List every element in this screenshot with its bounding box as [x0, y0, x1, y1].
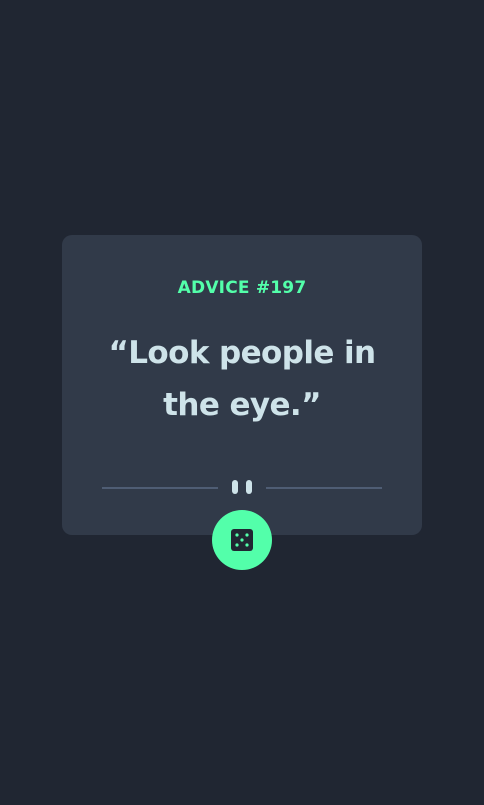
advice-quote: “Look people in the eye.”	[108, 335, 377, 423]
pause-icon	[232, 480, 252, 494]
new-advice-button[interactable]	[212, 510, 272, 570]
divider	[102, 479, 382, 495]
divider-line-left	[102, 487, 218, 489]
pause-bar-left	[232, 480, 238, 494]
dice-icon	[231, 529, 253, 551]
advice-card: ADVICE #197 “Look people in the eye.”	[62, 235, 422, 535]
divider-line-right	[266, 487, 382, 489]
advice-number: ADVICE #197	[177, 278, 307, 298]
pause-bar-right	[246, 480, 252, 494]
